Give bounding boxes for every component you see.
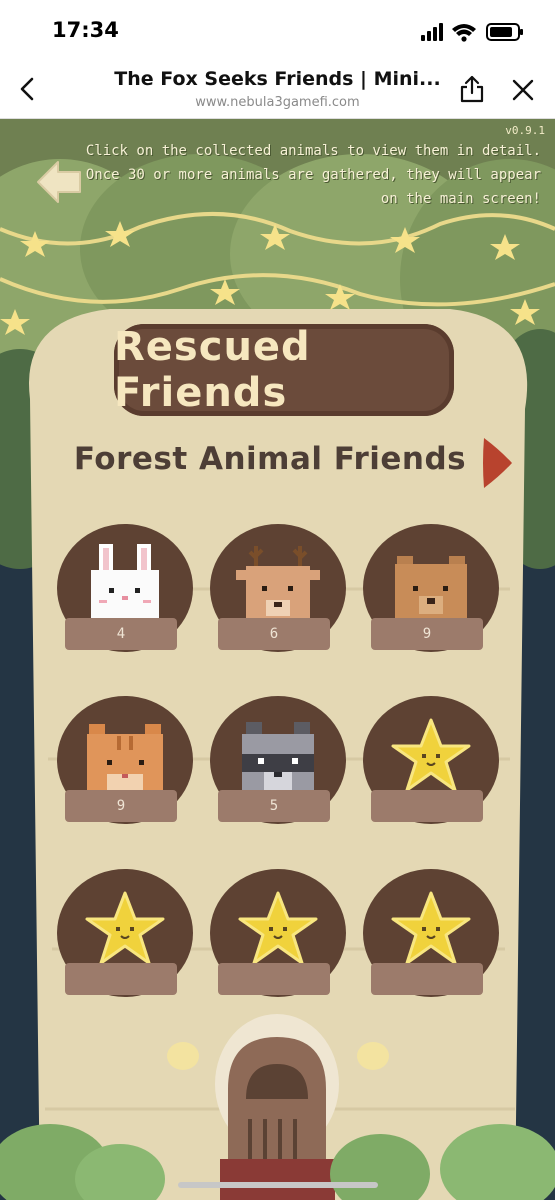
animal-card-bear[interactable]: 9 (361, 524, 501, 652)
animal-count: 9 (116, 798, 126, 814)
star-icon (85, 891, 165, 965)
page-heading: Rescued Friends (114, 324, 311, 416)
title-plaque: Rescued Friends (114, 324, 454, 416)
star-icon (391, 718, 471, 792)
info-text: Click on the collected animals to view t… (81, 139, 541, 211)
home-indicator[interactable] (178, 1182, 378, 1188)
animal-card-locked[interactable] (361, 696, 501, 824)
info-line: Click on the collected animals to view t… (85, 143, 541, 159)
back-arrow-icon[interactable] (34, 159, 84, 205)
animal-count (65, 963, 177, 995)
rabbit-icon (91, 544, 159, 626)
version-label: v0.9.1 (505, 124, 545, 137)
animal-card-locked[interactable] (55, 869, 195, 997)
animal-count: 6 (269, 626, 279, 642)
share-icon[interactable] (458, 74, 486, 104)
raccoon-icon (242, 722, 314, 798)
star-icon (391, 891, 471, 965)
game-canvas[interactable]: v0.9.1 Click on the collected animals to… (0, 119, 555, 1200)
next-category-arrow-icon[interactable] (478, 434, 516, 492)
battery-icon (486, 23, 523, 41)
status-time: 17:34 (52, 18, 119, 42)
forest-background (0, 154, 555, 1200)
status-bar: 17:34 (0, 0, 555, 62)
bear-icon (395, 556, 467, 626)
browser-header: The Fox Seeks Friends | Mini... www.nebu… (0, 62, 555, 119)
animal-count: 4 (116, 626, 126, 642)
animal-count: 5 (269, 798, 279, 814)
animal-card-locked[interactable] (208, 869, 348, 997)
animal-count (218, 963, 330, 995)
status-icons (421, 23, 523, 42)
animal-count (371, 790, 483, 822)
info-line: Once 30 or more animals are gathered, th… (85, 167, 541, 183)
animal-card-locked[interactable] (361, 869, 501, 997)
star-icon (238, 891, 318, 965)
animal-count (371, 963, 483, 995)
info-line: on the main screen! (380, 191, 541, 207)
close-icon[interactable] (510, 77, 536, 103)
deer-icon (236, 546, 320, 626)
signal-icon (421, 23, 443, 41)
animal-card-rabbit[interactable]: 4 (55, 524, 195, 652)
cat-icon (87, 724, 163, 798)
wifi-icon (452, 24, 476, 42)
animal-count: 9 (422, 626, 432, 642)
page-title: The Fox Seeks Friends | Mini... (114, 68, 441, 90)
back-icon[interactable] (14, 74, 42, 104)
category-title: Forest Animal Friends (73, 441, 467, 477)
page-url: www.nebula3gamefi.com (195, 95, 360, 110)
animal-card-deer[interactable]: 6 (208, 524, 348, 652)
animal-card-raccoon[interactable]: 5 (208, 696, 348, 824)
animal-card-cat[interactable]: 9 (55, 696, 195, 824)
